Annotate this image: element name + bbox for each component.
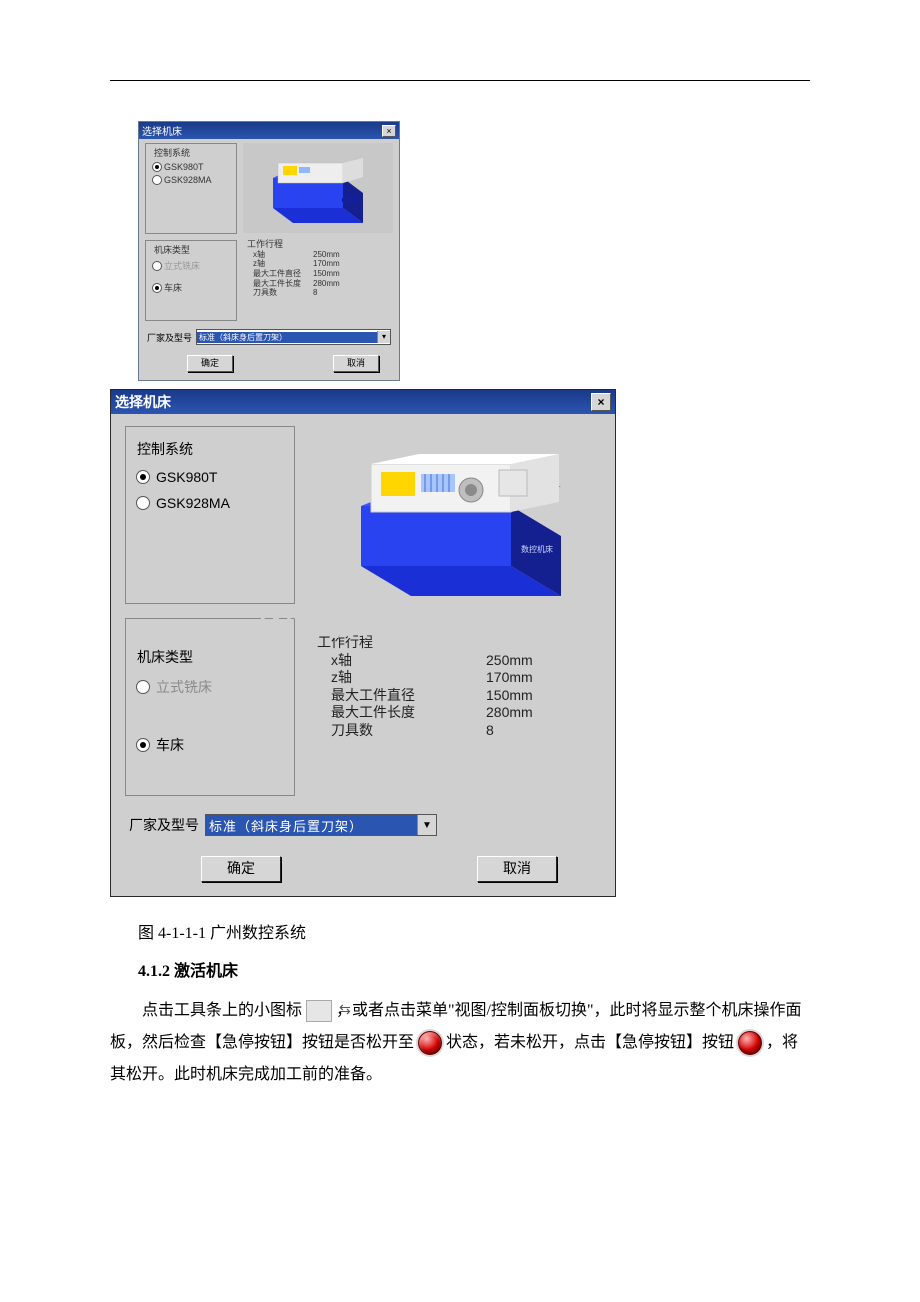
- machine-type-group-small: 机床类型 立式铣床 车床: [145, 240, 237, 321]
- machine-preview: 数控机床: [311, 426, 601, 626]
- machine-type-legend-small: 机床类型: [152, 243, 192, 256]
- machine-badge: 数控机床: [521, 544, 553, 554]
- panel-toggle-icon[interactable]: [306, 1000, 332, 1022]
- dialog-title-small: 选择机床: [142, 123, 182, 138]
- radio-lathe-small[interactable]: 车床: [152, 281, 232, 294]
- close-icon[interactable]: ×: [382, 125, 396, 137]
- model-label: 厂家及型号: [129, 815, 199, 835]
- spec-value: 280mm: [486, 704, 533, 722]
- close-icon[interactable]: ×: [591, 393, 611, 411]
- spec-value: 170mm: [486, 669, 533, 687]
- paragraph: 点击工具条上的小图标 ，或者点击菜单"视图/控制面板切换"，此时将显示整个机床操…: [110, 995, 810, 1091]
- radio-gsk980t[interactable]: GSK980T: [136, 469, 286, 485]
- cancel-button-small[interactable]: 取消: [333, 355, 379, 372]
- spec-label: 最大工件直径: [317, 687, 486, 705]
- para-text: 点击工具条上的小图标: [142, 1002, 302, 1019]
- select-machine-dialog: 选择机床 × 控制系统 GSK980T GSK928MA: [110, 389, 616, 897]
- spec-label: x轴: [317, 652, 486, 670]
- dialog-title: 选择机床: [115, 392, 171, 412]
- figure-caption: 图 4-1-1-1 广州数控系统: [138, 919, 810, 943]
- radio-dot-icon: [152, 261, 162, 271]
- chevron-down-icon: ▼: [417, 815, 436, 835]
- radio-label: GSK928MA: [156, 495, 230, 511]
- titlebar-small: 选择机床 ×: [139, 122, 399, 139]
- specs-small: 工作行程 x轴250mm z轴170mm 最大工件直径150mm 最大工件长度2…: [243, 239, 393, 298]
- estop-released-icon: [418, 1031, 442, 1055]
- radio-dot-icon: [152, 283, 162, 293]
- top-rule: [110, 80, 810, 81]
- machine-preview-small: [243, 143, 393, 233]
- ok-button[interactable]: 确定: [201, 856, 281, 882]
- select-machine-dialog-small: 选择机床 × 控制系统 GSK980T GSK928MA: [138, 121, 400, 381]
- cancel-button[interactable]: 取消: [477, 856, 557, 882]
- radio-vertical-mill-small: 立式铣床: [152, 259, 232, 272]
- spec-value: 250mm: [486, 652, 533, 670]
- control-system-group: 控制系统 GSK980T GSK928MA: [125, 426, 295, 604]
- radio-dot-icon: [136, 470, 150, 484]
- radio-dot-icon: [136, 496, 150, 510]
- machine-type-legend: 机床类型: [134, 647, 196, 667]
- model-combobox-small[interactable]: 标准（斜床身后置刀架） ▾: [196, 329, 391, 345]
- section-heading: 4.1.2 激活机床: [138, 957, 810, 981]
- spec-label: z轴: [317, 669, 486, 687]
- estop-pressed-icon[interactable]: [738, 1031, 762, 1055]
- spec-value: 8: [486, 722, 494, 740]
- specs: 工作行程 x轴250mm z轴170mm 最大工件直径150mm 最大工件长度2…: [311, 634, 601, 739]
- radio-lathe[interactable]: 车床: [136, 735, 286, 755]
- combobox-selected: 标准（斜床身后置刀架）: [206, 815, 417, 835]
- radio-vertical-mill: 立式铣床: [136, 677, 286, 697]
- specs-header: 工作行程: [317, 634, 601, 652]
- radio-label: 车床: [156, 735, 184, 755]
- control-system-legend-small: 控制系统: [152, 146, 192, 159]
- radio-dot-icon: [152, 162, 162, 172]
- radio-dot-icon: [152, 175, 162, 185]
- model-combobox[interactable]: 标准（斜床身后置刀架） ▼: [205, 814, 437, 836]
- radio-dot-icon: [136, 738, 150, 752]
- ok-button-small[interactable]: 确定: [187, 355, 233, 372]
- radio-label: 立式铣床: [156, 677, 212, 697]
- machine-type-group: 机床类型 立式铣床 车床: [125, 618, 295, 796]
- radio-gsk980t-small[interactable]: GSK980T: [152, 162, 232, 172]
- spec-label: 最大工件长度: [317, 704, 486, 722]
- chevron-down-icon: ▾: [377, 331, 390, 343]
- radio-label: GSK980T: [156, 469, 217, 485]
- model-label-small: 厂家及型号: [147, 331, 192, 344]
- spec-value: 150mm: [486, 687, 533, 705]
- control-system-legend: 控制系统: [134, 439, 196, 459]
- radio-gsk928ma-small[interactable]: GSK928MA: [152, 175, 232, 185]
- para-text: 状态，若未松开，点击【急停按钮】按钮: [446, 1034, 734, 1051]
- radio-gsk928ma[interactable]: GSK928MA: [136, 495, 286, 511]
- control-system-group-small: 控制系统 GSK980T GSK928MA: [145, 143, 237, 234]
- spec-label: 刀具数: [317, 722, 486, 740]
- radio-dot-icon: [136, 680, 150, 694]
- titlebar: 选择机床 ×: [111, 390, 615, 414]
